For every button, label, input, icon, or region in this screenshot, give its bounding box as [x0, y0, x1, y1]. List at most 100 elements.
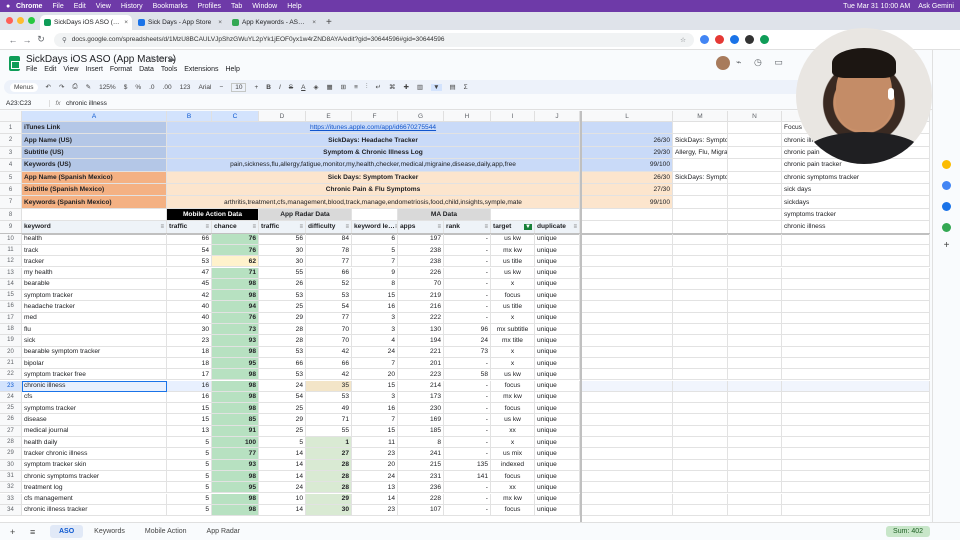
chance-cell[interactable]: 76	[212, 312, 259, 324]
site-info-icon[interactable]: ⚲	[62, 36, 67, 44]
keyword-cell[interactable]: bipolar	[22, 357, 167, 370]
cell[interactable]	[782, 324, 930, 336]
extension-icon[interactable]	[730, 35, 739, 44]
rank-cell[interactable]: 96	[444, 324, 491, 336]
cell[interactable]	[782, 504, 930, 517]
row-header[interactable]: 16	[0, 301, 22, 313]
column-header[interactable]: H	[444, 111, 491, 122]
menu-data[interactable]: Data	[139, 66, 154, 73]
duplicate-cell[interactable]: unique	[535, 290, 580, 302]
target-cell[interactable]: mx kw	[491, 244, 535, 257]
sheet-tab[interactable]: ASO	[50, 525, 84, 538]
target-cell[interactable]: xx	[491, 425, 535, 437]
column-header[interactable]: A	[22, 111, 167, 122]
filter-icon[interactable]: ≡	[345, 224, 349, 230]
cell[interactable]	[582, 470, 673, 483]
row-label[interactable]: iTunes Link	[22, 122, 167, 135]
chance-cell[interactable]: 98	[212, 391, 259, 404]
sum-indicator[interactable]: Sum: 402	[886, 526, 930, 537]
row-value[interactable]: pain,sickness,flu,allergy,fatigue,monito…	[167, 159, 580, 172]
radar-traffic-cell[interactable]: 28	[259, 335, 306, 347]
difficulty-cell[interactable]: 77	[306, 312, 352, 324]
bookmark-star-icon[interactable]: ☆	[680, 36, 686, 44]
keyword-cell[interactable]: bearable symptom tracker	[22, 346, 167, 358]
decrease-decimal-button[interactable]: .0	[149, 84, 154, 91]
cell[interactable]	[673, 324, 728, 336]
font-select[interactable]: Arial	[198, 84, 211, 91]
rank-cell[interactable]: -	[444, 312, 491, 324]
keyword-length-cell[interactable]: 20	[352, 369, 398, 381]
new-tab-icon[interactable]: +	[326, 17, 332, 28]
reload-icon[interactable]: ↻	[34, 34, 48, 45]
merge-icon[interactable]: ⊞	[341, 83, 346, 91]
radar-traffic-cell[interactable]: 25	[259, 301, 306, 313]
cell[interactable]	[673, 233, 728, 245]
rank-cell[interactable]: -	[444, 414, 491, 426]
radar-traffic-cell[interactable]: 29	[259, 312, 306, 324]
history-icon[interactable]: ◷	[754, 57, 762, 67]
rank-cell[interactable]: -	[444, 380, 491, 392]
traffic-cell[interactable]: 5	[167, 459, 212, 471]
cell[interactable]	[728, 470, 782, 483]
cell[interactable]	[782, 244, 930, 257]
traffic-cell[interactable]: 66	[167, 233, 212, 245]
row-label[interactable]: Subtitle (US)	[22, 146, 167, 160]
radar-traffic-cell[interactable]: 55	[259, 267, 306, 279]
radar-traffic-cell[interactable]: 28	[259, 324, 306, 336]
cell[interactable]	[673, 369, 728, 381]
chance-cell[interactable]: 91	[212, 425, 259, 437]
cell[interactable]	[782, 391, 930, 404]
sheet-tab[interactable]: App Radar	[198, 525, 249, 538]
filter-icon[interactable]: ≡	[205, 224, 209, 230]
row-header[interactable]: 17	[0, 312, 22, 324]
cell[interactable]	[728, 482, 782, 494]
apps-cell[interactable]: 238	[398, 244, 444, 257]
apps-cell[interactable]: 214	[398, 380, 444, 392]
percent-button[interactable]: %	[135, 84, 141, 91]
keyword-length-cell[interactable]: 7	[352, 414, 398, 426]
row-header[interactable]: 34	[0, 504, 22, 517]
cell[interactable]	[673, 403, 728, 415]
notes-cell[interactable]: SickDays: Symptom Tracker	[673, 134, 728, 147]
traffic-cell[interactable]: 30	[167, 324, 212, 336]
cell[interactable]	[673, 380, 728, 392]
char-count[interactable]: 99/100	[582, 159, 673, 172]
row-header[interactable]: 28	[0, 437, 22, 449]
sheets-logo-icon[interactable]	[9, 56, 20, 71]
keyword-cell[interactable]: symptom tracker free	[22, 369, 167, 381]
keyword-length-cell[interactable]: 5	[352, 244, 398, 257]
cell[interactable]	[728, 346, 782, 358]
keyword-length-cell[interactable]: 11	[352, 437, 398, 449]
cell[interactable]	[491, 208, 580, 222]
strikethrough-button[interactable]: S	[289, 84, 293, 91]
section-header-ma[interactable]: MA Data	[398, 208, 491, 222]
duplicate-cell[interactable]: unique	[535, 301, 580, 313]
row-header[interactable]: 27	[0, 425, 22, 437]
cell[interactable]	[673, 301, 728, 313]
cell[interactable]	[673, 470, 728, 483]
apps-cell[interactable]: 223	[398, 369, 444, 381]
comment-add-icon[interactable]: ✚	[403, 83, 408, 91]
formula-input[interactable]: chronic illness	[66, 100, 107, 107]
target-cell[interactable]: x	[491, 357, 535, 370]
cell[interactable]	[582, 278, 673, 291]
cell[interactable]	[582, 380, 673, 392]
cell[interactable]	[582, 403, 673, 415]
cell[interactable]	[782, 493, 930, 505]
browser-tab[interactable]: Sick Days - App Store ×	[134, 15, 226, 30]
menu-file[interactable]: File	[26, 66, 37, 73]
target-cell[interactable]: mx title	[491, 335, 535, 347]
column-header[interactable]: C	[212, 111, 259, 122]
row-header[interactable]: 31	[0, 470, 22, 483]
cell[interactable]	[782, 448, 930, 460]
apps-cell[interactable]: 230	[398, 403, 444, 415]
align-icon[interactable]: ≡	[354, 84, 358, 91]
traffic-cell[interactable]: 13	[167, 425, 212, 437]
cell[interactable]	[728, 184, 782, 197]
minimize-window-icon[interactable]	[17, 17, 24, 24]
traffic-cell[interactable]: 15	[167, 403, 212, 415]
cell[interactable]	[582, 346, 673, 358]
filter-icon[interactable]: ≡	[437, 224, 441, 230]
duplicate-cell[interactable]: unique	[535, 346, 580, 358]
keyword-cell[interactable]: tracker	[22, 256, 167, 268]
